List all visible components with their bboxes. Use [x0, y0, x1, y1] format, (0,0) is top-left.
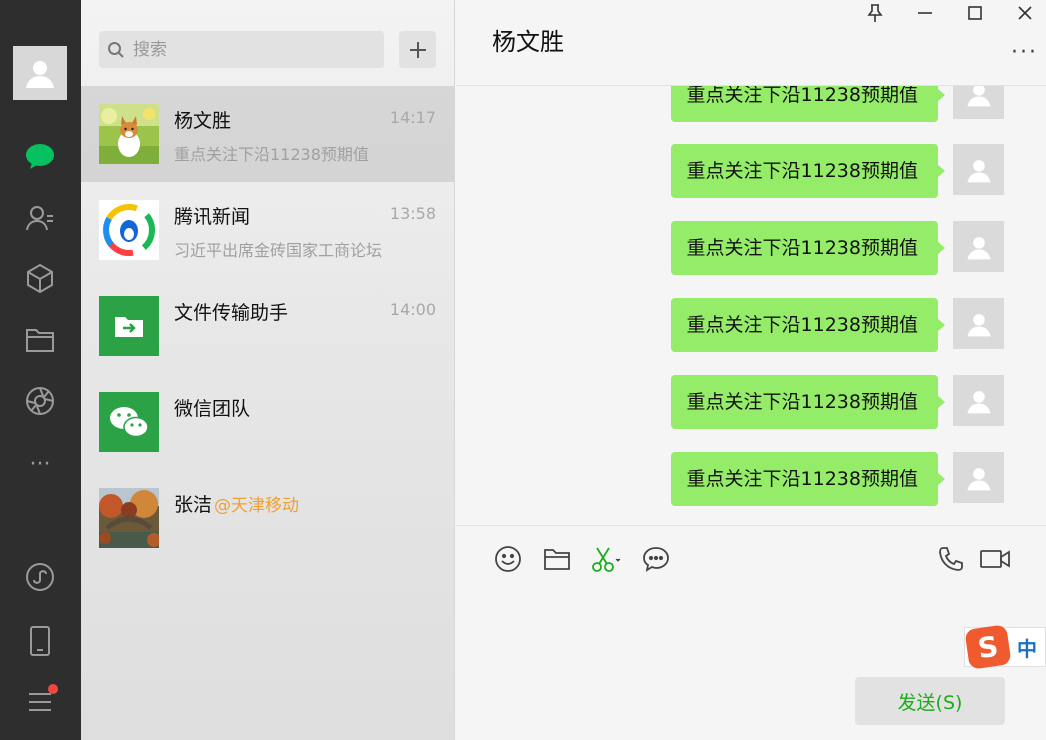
- sender-avatar[interactable]: [953, 86, 1004, 119]
- dog-avatar: [99, 104, 159, 164]
- chat-item-zhangjie[interactable]: 张洁 @天津移动: [81, 470, 454, 566]
- message-input-area[interactable]: S 中 发送(S): [456, 597, 1046, 740]
- files-icon[interactable]: [20, 322, 60, 358]
- message-item: 重点关注下沿11238预期值: [604, 86, 1004, 122]
- favorites-icon[interactable]: [20, 260, 60, 296]
- more-icon[interactable]: ···: [20, 446, 60, 482]
- sender-avatar[interactable]: [953, 144, 1004, 195]
- search-icon: [108, 41, 124, 58]
- voice-call-icon[interactable]: [935, 543, 967, 575]
- chat-name: 微信团队: [174, 398, 251, 420]
- contacts-icon[interactable]: [20, 200, 60, 236]
- message-bubble[interactable]: 重点关注下沿11238预期值: [670, 375, 946, 429]
- sender-avatar[interactable]: [953, 298, 1004, 349]
- chat-bubble-icon[interactable]: [640, 543, 672, 575]
- default-avatar-icon: [966, 159, 991, 182]
- chat-name-tag: @天津移动: [214, 496, 300, 516]
- chat-time: 14:17: [389, 108, 436, 127]
- maximize-icon[interactable]: [964, 2, 986, 24]
- chat-name: 张洁 @天津移动: [174, 490, 299, 517]
- sender-avatar[interactable]: [953, 452, 1004, 503]
- message-item: 重点关注下沿11238预期值: [604, 375, 1004, 429]
- chat-icon[interactable]: [20, 138, 60, 174]
- message-list[interactable]: 重点关注下沿11238预期值 重点关注下沿11238预期值 重点关注下沿1123…: [456, 86, 1046, 526]
- chat-name: 文件传输助手: [174, 302, 289, 324]
- chat-time: 13:58: [389, 204, 436, 223]
- screenshot-scissors-icon[interactable]: [590, 543, 622, 575]
- sogou-logo: S: [964, 624, 1012, 670]
- moments-icon[interactable]: [20, 383, 60, 419]
- chat-name: 杨文胜: [174, 110, 232, 132]
- message-bubble[interactable]: 重点关注下沿11238预期值: [670, 452, 946, 506]
- wechat-logo-icon: [99, 392, 159, 452]
- message-item: 重点关注下沿11238预期值: [604, 221, 1004, 275]
- miniprogram-icon[interactable]: [20, 559, 60, 595]
- default-avatar-icon: [966, 313, 991, 336]
- message-bubble[interactable]: 重点关注下沿11238预期值: [670, 298, 946, 352]
- more-options-icon[interactable]: ···: [1011, 40, 1038, 65]
- message-bubble[interactable]: 重点关注下沿11238预期值: [670, 144, 946, 198]
- message-item: 重点关注下沿11238预期值: [604, 452, 1004, 506]
- default-avatar-icon: [26, 61, 54, 88]
- default-avatar-icon: [966, 86, 991, 106]
- tencent-news-logo: [99, 200, 159, 260]
- chat-name: 腾讯新闻: [174, 206, 251, 228]
- chat-name-text: 张洁: [174, 494, 213, 516]
- chat-item-yangwensheng[interactable]: 杨文胜 14:17 重点关注下沿11238预期值: [81, 86, 454, 182]
- chat-time: 14:00: [389, 300, 436, 319]
- message-item: 重点关注下沿11238预期值: [604, 298, 1004, 352]
- conversation-panel: 杨文胜 ··· 重点关注下沿11238预期值 重点关注下沿11238预期值 重点…: [456, 0, 1046, 740]
- default-avatar-icon: [966, 467, 991, 490]
- search-input[interactable]: [133, 39, 373, 60]
- user-avatar[interactable]: [13, 46, 67, 100]
- chat-list-panel: 杨文胜 14:17 重点关注下沿11238预期值 腾讯新闻 13:58 习近平出…: [81, 0, 455, 740]
- folder-icon[interactable]: [541, 543, 573, 575]
- plus-icon: [409, 41, 426, 58]
- minimize-icon[interactable]: [914, 2, 936, 24]
- conversation-title: 杨文胜: [492, 28, 564, 56]
- input-toolbar: [456, 527, 1046, 597]
- left-nav: ···: [0, 0, 81, 740]
- chat-preview: 重点关注下沿11238预期值: [174, 145, 369, 164]
- chat-item-file-transfer[interactable]: 文件传输助手 14:00: [81, 278, 454, 374]
- send-button[interactable]: 发送(S): [855, 677, 1005, 725]
- conversation-header: 杨文胜 ···: [456, 0, 1046, 86]
- landscape-avatar: [99, 488, 159, 548]
- sender-avatar[interactable]: [953, 375, 1004, 426]
- search-box[interactable]: [99, 31, 384, 68]
- message-item: 重点关注下沿11238预期值: [604, 144, 1004, 198]
- video-call-icon[interactable]: [979, 543, 1011, 575]
- default-avatar-icon: [966, 390, 991, 413]
- ime-indicator[interactable]: S 中: [964, 624, 1046, 670]
- file-transfer-icon: [99, 296, 159, 356]
- phone-icon[interactable]: [20, 623, 60, 659]
- notification-dot: [48, 684, 58, 694]
- default-avatar-icon: [966, 236, 991, 259]
- chat-item-tencent-news[interactable]: 腾讯新闻 13:58 习近平出席金砖国家工商论坛: [81, 182, 454, 278]
- message-bubble[interactable]: 重点关注下沿11238预期值: [670, 86, 946, 122]
- sender-avatar[interactable]: [953, 221, 1004, 272]
- pin-icon[interactable]: [864, 2, 886, 24]
- ime-mode: 中: [1017, 636, 1037, 661]
- add-button[interactable]: [399, 31, 436, 68]
- message-bubble[interactable]: 重点关注下沿11238预期值: [670, 221, 946, 275]
- close-icon[interactable]: [1014, 2, 1036, 24]
- emoji-icon[interactable]: [492, 543, 524, 575]
- menu-icon[interactable]: [20, 684, 60, 720]
- chat-preview: 习近平出席金砖国家工商论坛: [174, 241, 383, 260]
- chat-item-wechat-team[interactable]: 微信团队: [81, 374, 454, 470]
